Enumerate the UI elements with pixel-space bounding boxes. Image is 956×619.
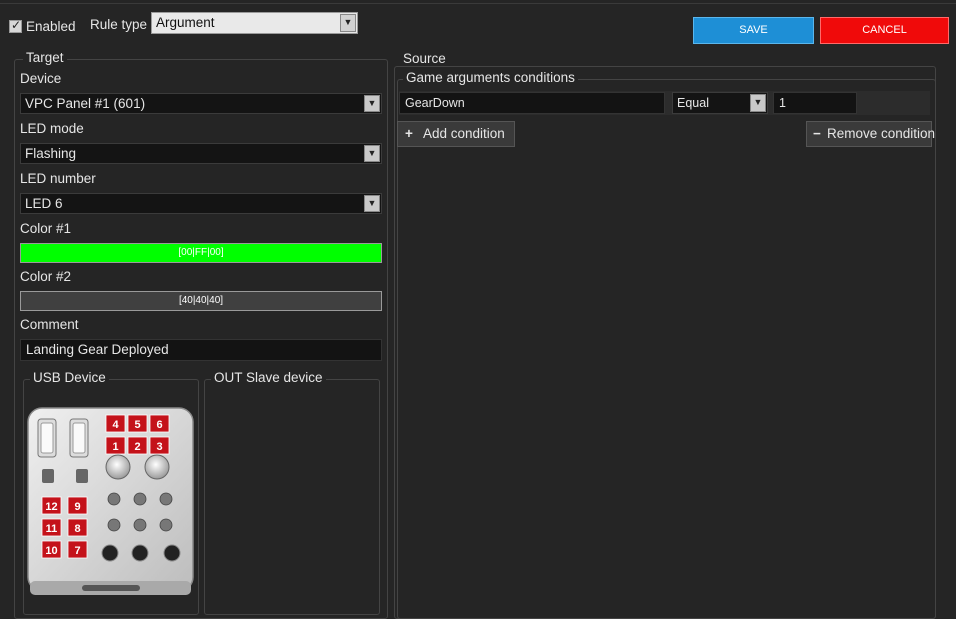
- device-led-label: 1: [112, 441, 118, 453]
- target-title: Target: [23, 50, 67, 65]
- conditions-group: [397, 79, 936, 619]
- color2-picker[interactable]: [40|40|40]: [20, 291, 382, 311]
- cancel-button[interactable]: CANCEL: [820, 17, 949, 44]
- out-slave-group: [204, 379, 380, 615]
- condition-argument-input[interactable]: GearDown: [399, 92, 665, 114]
- led-number-value: LED 6: [25, 196, 63, 211]
- vpc-panel-image: 4 5 61 2 312 911 810 7: [27, 407, 194, 595]
- device-led-label: 7: [74, 545, 80, 557]
- top-divider: [0, 3, 956, 4]
- color2-label: Color #2: [20, 269, 72, 284]
- plus-icon: +: [405, 126, 413, 141]
- device-value: VPC Panel #1 (601): [25, 96, 146, 111]
- chevron-down-icon[interactable]: ▼: [364, 95, 380, 112]
- chevron-down-icon[interactable]: ▼: [750, 94, 766, 112]
- device-led-label: 11: [46, 523, 58, 535]
- minus-icon: −: [813, 126, 821, 141]
- device-led-label: 4: [112, 419, 119, 431]
- led-mode-value: Flashing: [25, 146, 77, 161]
- chevron-down-icon[interactable]: ▼: [364, 195, 380, 212]
- led-number-label: LED number: [20, 171, 96, 186]
- device-led-label: 2: [134, 441, 140, 453]
- rule-type-value: Argument: [156, 15, 215, 30]
- color1-label: Color #1: [20, 221, 72, 236]
- add-condition-label: Add condition: [423, 126, 505, 141]
- conditions-title: Game arguments conditions: [403, 70, 578, 85]
- save-button[interactable]: SAVE: [693, 17, 814, 44]
- comment-label: Comment: [20, 317, 79, 332]
- condition-operator-value: Equal: [677, 96, 709, 110]
- color1-picker[interactable]: [00|FF|00]: [20, 243, 382, 263]
- chevron-down-icon[interactable]: ▼: [340, 14, 356, 32]
- add-condition-button[interactable]: + Add condition: [397, 121, 515, 147]
- chevron-down-icon[interactable]: ▼: [364, 145, 380, 162]
- rule-type-select[interactable]: Argument ▼: [151, 12, 358, 34]
- usb-device-title: USB Device: [30, 370, 109, 385]
- remove-condition-label: Remove condition: [827, 126, 936, 141]
- comment-input[interactable]: Landing Gear Deployed: [20, 339, 382, 361]
- rule-type-label: Rule type: [90, 17, 148, 32]
- led-number-select[interactable]: LED 6 ▼: [20, 193, 382, 214]
- device-led-label: 12: [45, 501, 57, 513]
- out-slave-title: OUT Slave device: [211, 370, 326, 385]
- condition-value-input[interactable]: 1: [773, 92, 857, 114]
- device-select[interactable]: VPC Panel #1 (601) ▼: [20, 93, 382, 114]
- condition-operator-select[interactable]: Equal ▼: [672, 92, 768, 114]
- remove-condition-button[interactable]: − Remove condition: [806, 121, 936, 147]
- device-led-label: 3: [156, 441, 162, 453]
- device-led-label: 6: [156, 419, 162, 431]
- led-mode-select[interactable]: Flashing ▼: [20, 143, 382, 164]
- enabled-checkbox[interactable]: [9, 18, 22, 33]
- enabled-label: Enabled: [26, 19, 76, 34]
- device-led-label: 9: [74, 501, 80, 513]
- source-title: Source: [400, 51, 449, 66]
- device-led-label: 10: [45, 545, 57, 557]
- device-led-label: 5: [134, 419, 140, 431]
- device-led-label: 8: [74, 523, 80, 535]
- device-label: Device: [20, 71, 62, 86]
- led-mode-label: LED mode: [20, 121, 84, 136]
